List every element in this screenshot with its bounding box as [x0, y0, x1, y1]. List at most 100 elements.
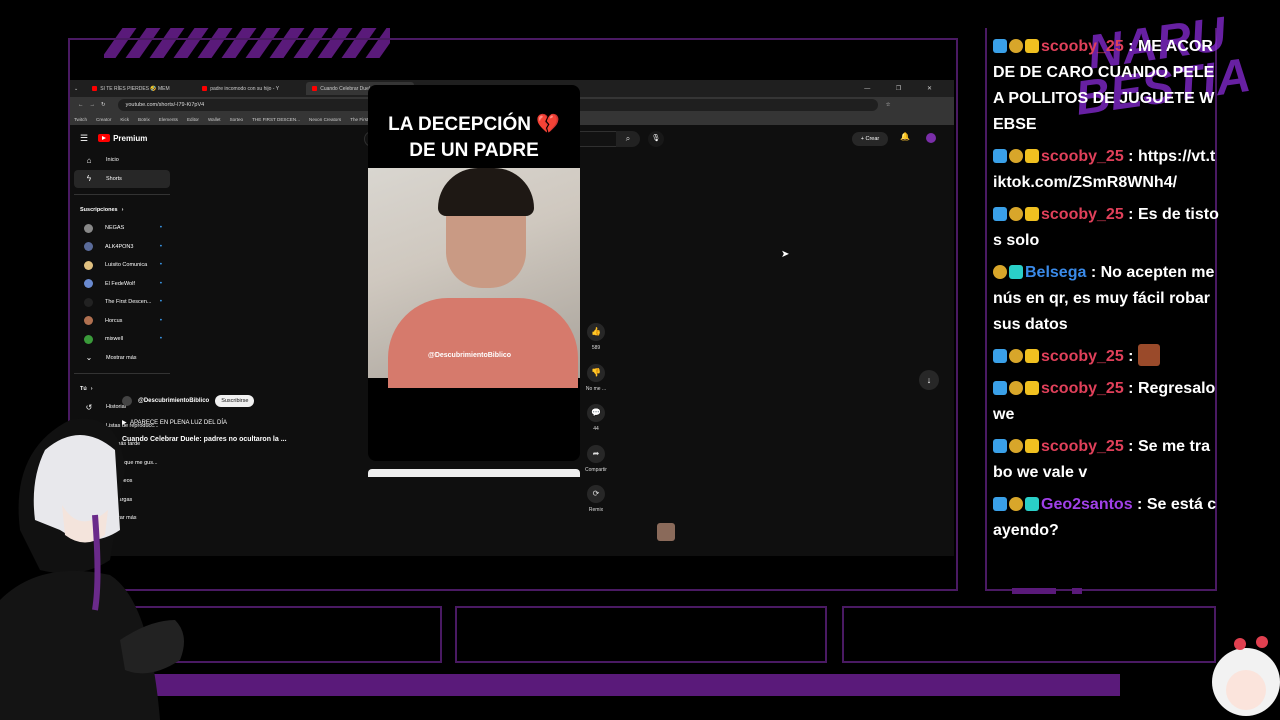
chat-feed: scooby_25 : ME ACORDE DE CARO CUANDO PEL… — [993, 34, 1219, 550]
channel-name[interactable]: @DescubrimientoBiblico — [138, 398, 209, 404]
mascot-ornament — [1256, 636, 1268, 648]
window-controls[interactable]: — ❐ ✕ — [864, 85, 944, 92]
bookmark-item[interactable]: Kick — [120, 117, 129, 122]
menu-icon[interactable]: ☰ — [80, 133, 88, 144]
chat-badge-icon — [993, 265, 1007, 279]
forward-icon[interactable]: → — [90, 102, 96, 108]
thumbs-down-icon: 👎 — [587, 364, 605, 382]
chat-message: scooby_25 : Se me trabo we vale v — [993, 434, 1219, 486]
sidebar-item-label: Horcus — [105, 317, 123, 324]
share-button[interactable]: ➦ Compartir — [582, 445, 610, 473]
bookmark-item[interactable]: Editor — [187, 117, 199, 122]
sidebar-item-subscription[interactable]: Luisito Comunica • — [74, 256, 170, 275]
youtube-logo[interactable]: Premium — [98, 134, 147, 143]
mascot-avatar — [1212, 636, 1280, 716]
bookmark-item[interactable]: Nexon Creators — [309, 117, 341, 122]
channel-avatar — [84, 279, 93, 289]
audio-thumbnail[interactable] — [657, 523, 675, 541]
thumbs-up-icon: 👍 — [587, 323, 605, 341]
sidebar-divider — [74, 373, 170, 374]
bookmark-item[interactable]: THE FIRST DESCEN... — [252, 117, 300, 122]
bookmark-item[interactable]: Wallet — [208, 117, 221, 122]
dislike-button[interactable]: 👎 No me ... — [582, 364, 610, 392]
sidebar-item-subscription[interactable]: Horcus • — [74, 312, 170, 331]
chat-message: scooby_25 : — [993, 344, 1219, 370]
next-short-button[interactable]: ↓ — [919, 370, 939, 390]
short-title-overlay: LA DECEPCIÓN 💔 DE UN PADRE — [388, 114, 560, 161]
browser-tab[interactable]: padre incomodo con su hijo - Y — [196, 82, 304, 95]
channel-avatar[interactable] — [122, 396, 132, 406]
remix-button[interactable]: ⟳ Remix — [582, 485, 610, 513]
browser-tab[interactable]: SI TE RÍES PIERDES 🤣 MEM — [86, 82, 194, 95]
remix-icon: ⟳ — [587, 485, 605, 503]
chat-message: Geo2santos : Se está cayendo? — [993, 492, 1219, 544]
channel-avatar — [84, 260, 93, 270]
show-more-subscriptions[interactable]: ⌄ Mostrar más — [74, 349, 170, 368]
channel-avatar — [84, 223, 93, 233]
chat-badge-icon — [993, 497, 1007, 511]
channel-avatar — [84, 297, 93, 307]
reload-icon[interactable]: ↻ — [101, 102, 106, 108]
tab-list-icon[interactable]: ⌄ — [74, 86, 78, 92]
create-button[interactable]: + Crear — [852, 132, 888, 146]
chat-badge-icon — [1009, 497, 1023, 511]
sidebar-item-subscription[interactable]: mixwell • — [74, 330, 170, 349]
chat-frame-accent — [1012, 588, 1056, 594]
sidebar-item-shorts[interactable]: ϟ Shorts — [74, 169, 170, 188]
sidebar-item-subscription[interactable]: The First Descen... • — [74, 293, 170, 312]
channel-avatar — [84, 316, 93, 326]
avatar[interactable] — [926, 133, 936, 143]
chat-badge-icon — [1025, 439, 1039, 453]
chat-badge-icon — [1025, 497, 1039, 511]
chat-username[interactable]: scooby_25 — [1041, 380, 1124, 397]
chat-username[interactable]: scooby_25 — [1041, 38, 1124, 55]
chat-username[interactable]: Belsega — [1025, 264, 1086, 281]
short-video-frame: @DescubrimientoBiblico — [368, 168, 580, 388]
youtube-play-icon — [98, 134, 111, 142]
bookmark-star-icon[interactable]: ☆ — [886, 102, 891, 108]
chat-username[interactable]: scooby_25 — [1041, 148, 1124, 165]
chat-username[interactable]: scooby_25 — [1041, 438, 1124, 455]
chat-badge-icon — [993, 39, 1007, 53]
chat-username[interactable]: scooby_25 — [1041, 348, 1124, 365]
microphone-icon[interactable]: 🎙 — [648, 131, 664, 147]
bookmark-item[interactable]: Botrix — [138, 117, 150, 122]
subscriptions-heading[interactable]: Suscripciones › — [70, 201, 174, 219]
chat-badge-icon — [1009, 207, 1023, 221]
sidebar-item-subscription[interactable]: NEGAS • — [74, 219, 170, 238]
bookmark-item[interactable]: Elements — [159, 117, 178, 122]
like-button[interactable]: 👍 589 — [582, 323, 610, 351]
comments-button[interactable]: 💬 44 — [582, 404, 610, 432]
chat-badge-icon — [1025, 39, 1039, 53]
channel-avatar — [84, 242, 93, 252]
chat-badge-icon — [1009, 381, 1023, 395]
person-shirt — [388, 298, 578, 388]
bookmark-item[interactable]: Creator — [96, 117, 111, 122]
chat-username[interactable]: scooby_25 — [1041, 206, 1124, 223]
sidebar-item-subscription[interactable]: ALK4PON3 • — [74, 238, 170, 257]
chat-badge-icon — [993, 349, 1007, 363]
search-icon[interactable]: ⌕ — [616, 131, 640, 147]
chat-username[interactable]: Geo2santos — [1041, 496, 1133, 513]
chat-badge-icon — [1025, 207, 1039, 221]
sidebar-item-subscription[interactable]: El FedeWolf • — [74, 275, 170, 294]
channel-avatar — [84, 334, 93, 344]
chat-message: Belsega : No acepten menús en qr, es muy… — [993, 260, 1219, 338]
shorts-icon: ϟ — [86, 174, 92, 184]
youtube-favicon-icon — [92, 86, 98, 91]
bookmark-item[interactable]: Twitch — [74, 117, 87, 122]
chat-badge-icon — [993, 207, 1007, 221]
chat-badge-icon — [993, 381, 1007, 395]
subscribe-button[interactable]: Suscribirse — [215, 395, 255, 407]
new-content-dot-icon: • — [159, 317, 162, 324]
chat-badge-icon — [1009, 265, 1023, 279]
sidebar-item-home[interactable]: ⌂ Inicio — [74, 151, 170, 170]
bookmark-item[interactable]: Sorteo — [230, 117, 244, 122]
sidebar-item-label: ALK4PON3 — [105, 243, 134, 250]
chat-separator: : — [1123, 148, 1138, 165]
comment-icon: 💬 — [587, 404, 605, 422]
mascot-ornament — [1234, 638, 1246, 650]
video-handle-overlay: @DescubrimientoBiblico — [428, 352, 512, 359]
back-icon[interactable]: ← — [78, 102, 84, 108]
bell-icon[interactable]: 🔔 — [900, 132, 910, 141]
